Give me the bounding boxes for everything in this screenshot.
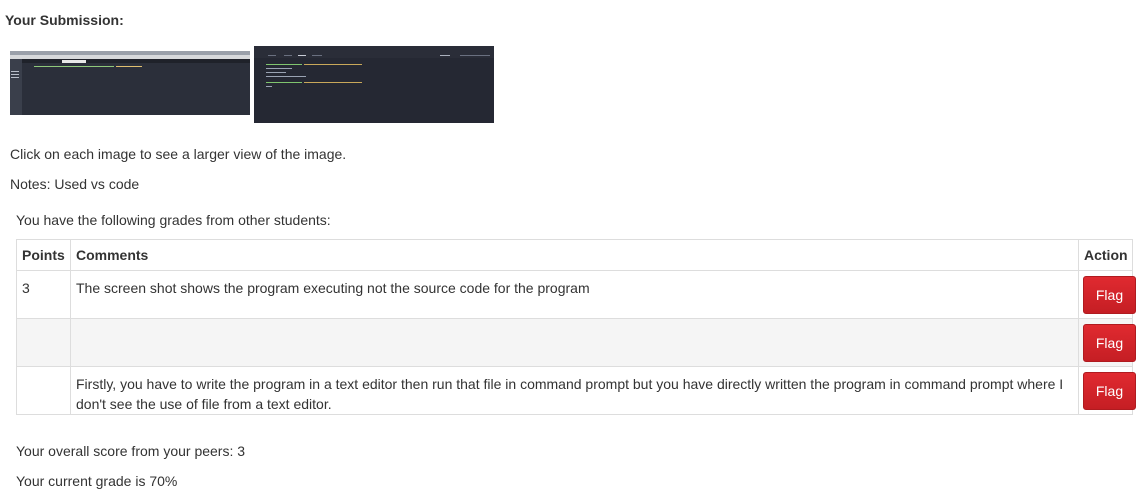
submission-heading: Your Submission: <box>5 12 124 28</box>
submission-page: Your Submission: Click on each image to … <box>0 0 1136 498</box>
table-row: Flag <box>16 318 1136 367</box>
points-cell <box>16 366 71 415</box>
comments-column-header: Comments <box>70 239 1079 271</box>
points-column-header: Points <box>16 239 71 271</box>
notes-text: Notes: Used vs code <box>10 176 140 192</box>
flag-button[interactable]: Flag <box>1083 324 1136 362</box>
grades-intro-text: You have the following grades from other… <box>16 212 331 228</box>
points-cell: 3 <box>16 270 71 319</box>
action-column-header: Action <box>1078 239 1133 271</box>
table-row: 3 The screen shot shows the program exec… <box>16 270 1136 319</box>
action-cell: Flag <box>1078 270 1136 319</box>
table-row: Firstly, you have to write the program i… <box>16 366 1136 415</box>
comment-cell <box>70 318 1079 367</box>
overall-score-text: Your overall score from your peers: 3 <box>16 443 246 459</box>
action-cell: Flag <box>1078 318 1136 367</box>
points-cell <box>16 318 71 367</box>
flag-button[interactable]: Flag <box>1083 276 1136 314</box>
flag-button[interactable]: Flag <box>1083 372 1136 410</box>
comment-cell: Firstly, you have to write the program i… <box>70 366 1079 415</box>
comment-cell: The screen shot shows the program execut… <box>70 270 1079 319</box>
action-cell: Flag <box>1078 366 1136 415</box>
terminal-screenshot-thumbnail[interactable] <box>254 46 494 123</box>
table-header-row: Points Comments Action <box>16 239 1133 271</box>
current-grade-text: Your current grade is 70% <box>16 473 178 489</box>
editor-screenshot-thumbnail[interactable] <box>10 51 250 115</box>
click-hint-text: Click on each image to see a larger view… <box>10 146 347 162</box>
grades-table: Points Comments Action 3 The screen shot… <box>16 239 1136 415</box>
